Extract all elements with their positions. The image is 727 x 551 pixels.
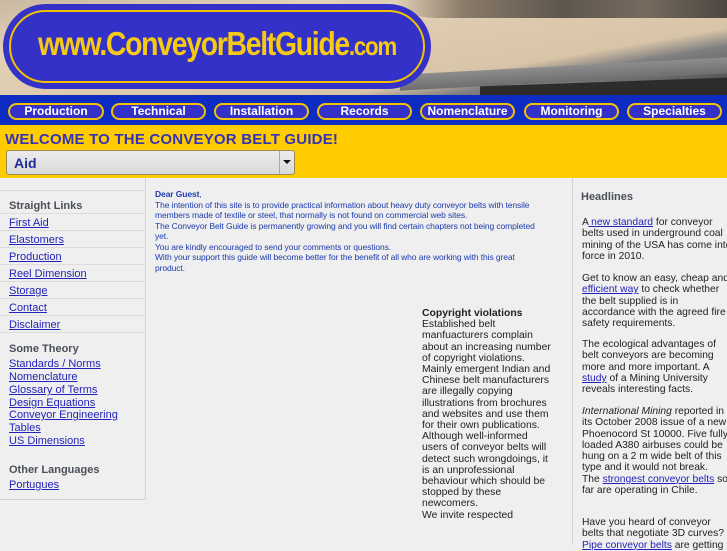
publication-name: International Mining (582, 406, 672, 417)
copyright-title: Copyright violations (422, 308, 523, 319)
headline-text: are getting (671, 539, 724, 551)
divider (0, 298, 145, 299)
headline-link-strongest-belts[interactable]: strongest conveyor belts (603, 474, 715, 485)
copyright-cut-line: We invite respected (422, 509, 514, 521)
straight-links-heading: Straight Links (9, 200, 83, 212)
intro-paragraph: With your support this guide will become… (155, 252, 515, 273)
greeting: Dear Guest (155, 189, 200, 199)
banner-photo-rocks (397, 0, 727, 18)
headline-link-new-standard[interactable]: new standard (588, 217, 653, 228)
divider (0, 230, 145, 231)
divider (0, 264, 145, 265)
sidebar-link-conveyor-engineering[interactable]: Conveyor Engineering (9, 409, 118, 421)
divider (0, 332, 145, 333)
sidebar-link-production[interactable]: Production (9, 251, 62, 263)
nav-nomenclature[interactable]: Nomenclature (420, 103, 515, 120)
sidebar-link-glossary[interactable]: Glossary of Terms (9, 384, 97, 396)
select-dropdown-button[interactable] (279, 151, 294, 174)
headline-text: The ecological advantages of belt convey… (582, 339, 716, 373)
chevron-down-icon (283, 160, 291, 164)
headline-item: The ecological advantages of belt convey… (582, 339, 727, 395)
intro-paragraph: The Conveyor Belt Guide is permanently g… (155, 220, 535, 242)
intro-paragraph: The intention of this site is to provide… (155, 199, 530, 221)
headline-link-efficient-way[interactable]: efficient way (582, 284, 638, 295)
divider (0, 315, 145, 316)
greeting-punct: , (199, 189, 202, 199)
other-languages-heading: Other Languages (9, 464, 100, 476)
headline-text: Have you heard of conveyor belts that ne… (582, 517, 724, 540)
divider (0, 190, 145, 191)
nav-monitoring[interactable]: Monitoring (524, 103, 619, 120)
nav-records[interactable]: Records (317, 103, 412, 120)
sidebar-link-disclaimer[interactable]: Disclaimer (9, 319, 60, 331)
sidebar-link-reel-dimension[interactable]: Reel Dimension (9, 268, 87, 280)
sidebar-link-standards[interactable]: Standards / Norms (9, 358, 101, 370)
sidebar-link-nomenclature[interactable]: Nomenclature (9, 371, 77, 383)
copyright-article: Copyright violations Established belt ma… (422, 308, 552, 521)
left-sidebar: Straight Links First Aid Elastomers Prod… (0, 178, 146, 500)
nav-production[interactable]: Production (8, 103, 104, 120)
headlines-title: Headlines (581, 191, 633, 203)
site-logo[interactable]: www.ConveyorBeltGuide.com (3, 4, 431, 89)
headline-item: Have you heard of conveyor belts that ne… (582, 517, 727, 551)
copyright-body: Established belt manfuacturers complain … (422, 319, 551, 510)
some-theory-heading: Some Theory (9, 343, 79, 355)
sidebar-link-storage[interactable]: Storage (9, 285, 48, 297)
logo-main: www.ConveyorBeltGuide (38, 25, 350, 62)
headline-item: A new standard for conveyor belts used i… (582, 217, 727, 262)
divider (0, 247, 145, 248)
sidebar-link-us-dimensions[interactable]: US Dimensions (9, 435, 85, 447)
main-nav: Production Technical Installation Record… (0, 95, 727, 128)
quick-nav-select[interactable]: Aid (6, 150, 295, 175)
logo-text: www.ConveyorBeltGuide.com (33, 25, 401, 63)
header-banner: www.ConveyorBeltGuide.com (0, 0, 727, 95)
nav-technical[interactable]: Technical (111, 103, 206, 120)
nav-specialties[interactable]: Specialties (627, 103, 722, 120)
intro-paragraph: You are kindly encouraged to send your c… (155, 241, 391, 252)
headline-item: International Mining reported in its Oct… (582, 406, 727, 496)
headline-item: Get to know an easy, cheap and efficient… (582, 273, 727, 329)
nav-installation[interactable]: Installation (214, 103, 309, 120)
logo-tld: .com (348, 31, 397, 61)
headline-link-pipe-conveyor[interactable]: Pipe conveyor belts (582, 540, 672, 551)
sidebar-link-elastomers[interactable]: Elastomers (9, 234, 64, 246)
sidebar-link-first-aid[interactable]: First Aid (9, 217, 49, 229)
sidebar-link-design-equations[interactable]: Design Equations (9, 397, 95, 409)
sidebar-link-contact[interactable]: Contact (9, 302, 47, 314)
intro-text: Dear Guest, The intention of this site i… (155, 189, 545, 273)
divider (0, 213, 145, 214)
welcome-title: WELCOME TO THE CONVEYOR BELT GUIDE! (5, 131, 339, 148)
divider (0, 281, 145, 282)
headline-link-study[interactable]: study (582, 373, 607, 384)
sidebar-link-tables[interactable]: Tables (9, 422, 41, 434)
select-value: Aid (14, 155, 37, 171)
sidebar-link-portugues[interactable]: Portugues (9, 479, 59, 491)
headline-text: The (582, 473, 603, 485)
headline-text: Get to know an easy, cheap and (582, 273, 727, 284)
